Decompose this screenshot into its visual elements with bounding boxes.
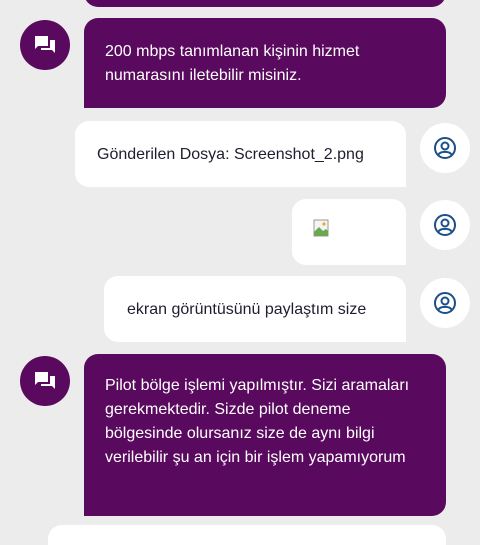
agent-avatar xyxy=(20,356,70,406)
user-message: ekran görüntüsünü paylaştım size xyxy=(104,276,406,342)
chat-icon xyxy=(35,36,55,53)
user-profile-icon xyxy=(434,292,456,314)
user-avatar xyxy=(420,278,470,328)
agent-message: 200 mbps tanımlanan kişinin hizmet numar… xyxy=(84,18,446,108)
agent-bubble-partial xyxy=(84,0,446,7)
broken-image-icon xyxy=(313,219,329,237)
user-avatar xyxy=(420,123,470,173)
user-profile-icon xyxy=(434,214,456,236)
user-profile-icon xyxy=(434,137,456,159)
chat-icon xyxy=(35,372,55,389)
user-message-text: Gönderilen Dosya: Screenshot_2.png xyxy=(97,146,364,163)
user-message-text: ekran görüntüsünü paylaştım size xyxy=(127,301,367,318)
agent-message: Pilot bölge işlemi yapılmıştır. Sizi ara… xyxy=(84,354,446,516)
user-bubble-partial xyxy=(48,525,446,545)
agent-message-text: 200 mbps tanımlanan kişinin hizmet numar… xyxy=(105,43,360,84)
user-message-file: Gönderilen Dosya: Screenshot_2.png xyxy=(75,121,406,187)
user-avatar xyxy=(420,200,470,250)
agent-avatar xyxy=(20,20,70,70)
agent-message-text: Pilot bölge işlemi yapılmıştır. Sizi ara… xyxy=(105,377,410,466)
user-message-image[interactable] xyxy=(292,199,406,265)
